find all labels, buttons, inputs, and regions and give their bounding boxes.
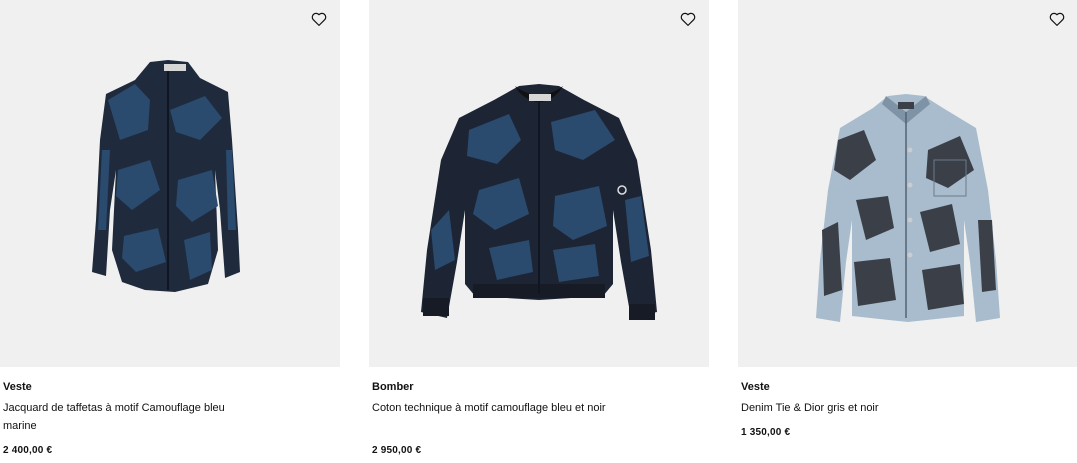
product-category: Bomber bbox=[372, 381, 414, 393]
product-card[interactable]: Veste Jacquard de taffetas à motif Camou… bbox=[0, 0, 340, 463]
product-description[interactable]: Denim Tie & Dior gris et noir bbox=[741, 399, 986, 417]
favorite-button[interactable] bbox=[1048, 10, 1066, 28]
product-image-container[interactable] bbox=[369, 0, 709, 367]
product-category: Veste bbox=[741, 381, 770, 393]
heart-outline-icon bbox=[311, 12, 327, 26]
product-image[interactable] bbox=[369, 0, 709, 367]
product-price: 2 400,00 € bbox=[3, 445, 53, 456]
product-price: 1 350,00 € bbox=[741, 427, 791, 438]
product-image-container[interactable] bbox=[738, 0, 1077, 367]
product-grid: Veste Jacquard de taffetas à motif Camou… bbox=[0, 0, 1077, 463]
product-info: Bomber Coton technique à motif camouflag… bbox=[372, 380, 702, 417]
product-image[interactable] bbox=[0, 0, 340, 367]
product-card[interactable]: Veste Denim Tie & Dior gris et noir 1 35… bbox=[738, 0, 1077, 463]
product-info: Veste Jacquard de taffetas à motif Camou… bbox=[3, 380, 333, 435]
product-image-container[interactable] bbox=[0, 0, 340, 367]
product-price: 2 950,00 € bbox=[372, 445, 422, 456]
favorite-button[interactable] bbox=[310, 10, 328, 28]
product-card[interactable]: Bomber Coton technique à motif camouflag… bbox=[369, 0, 709, 463]
product-info: Veste Denim Tie & Dior gris et noir bbox=[741, 380, 1071, 417]
product-description[interactable]: Coton technique à motif camouflage bleu … bbox=[372, 399, 617, 417]
product-category: Veste bbox=[3, 381, 32, 393]
heart-outline-icon bbox=[680, 12, 696, 26]
heart-outline-icon bbox=[1049, 12, 1065, 26]
product-image[interactable] bbox=[738, 0, 1077, 367]
favorite-button[interactable] bbox=[679, 10, 697, 28]
product-description[interactable]: Jacquard de taffetas à motif Camouflage … bbox=[3, 399, 248, 435]
